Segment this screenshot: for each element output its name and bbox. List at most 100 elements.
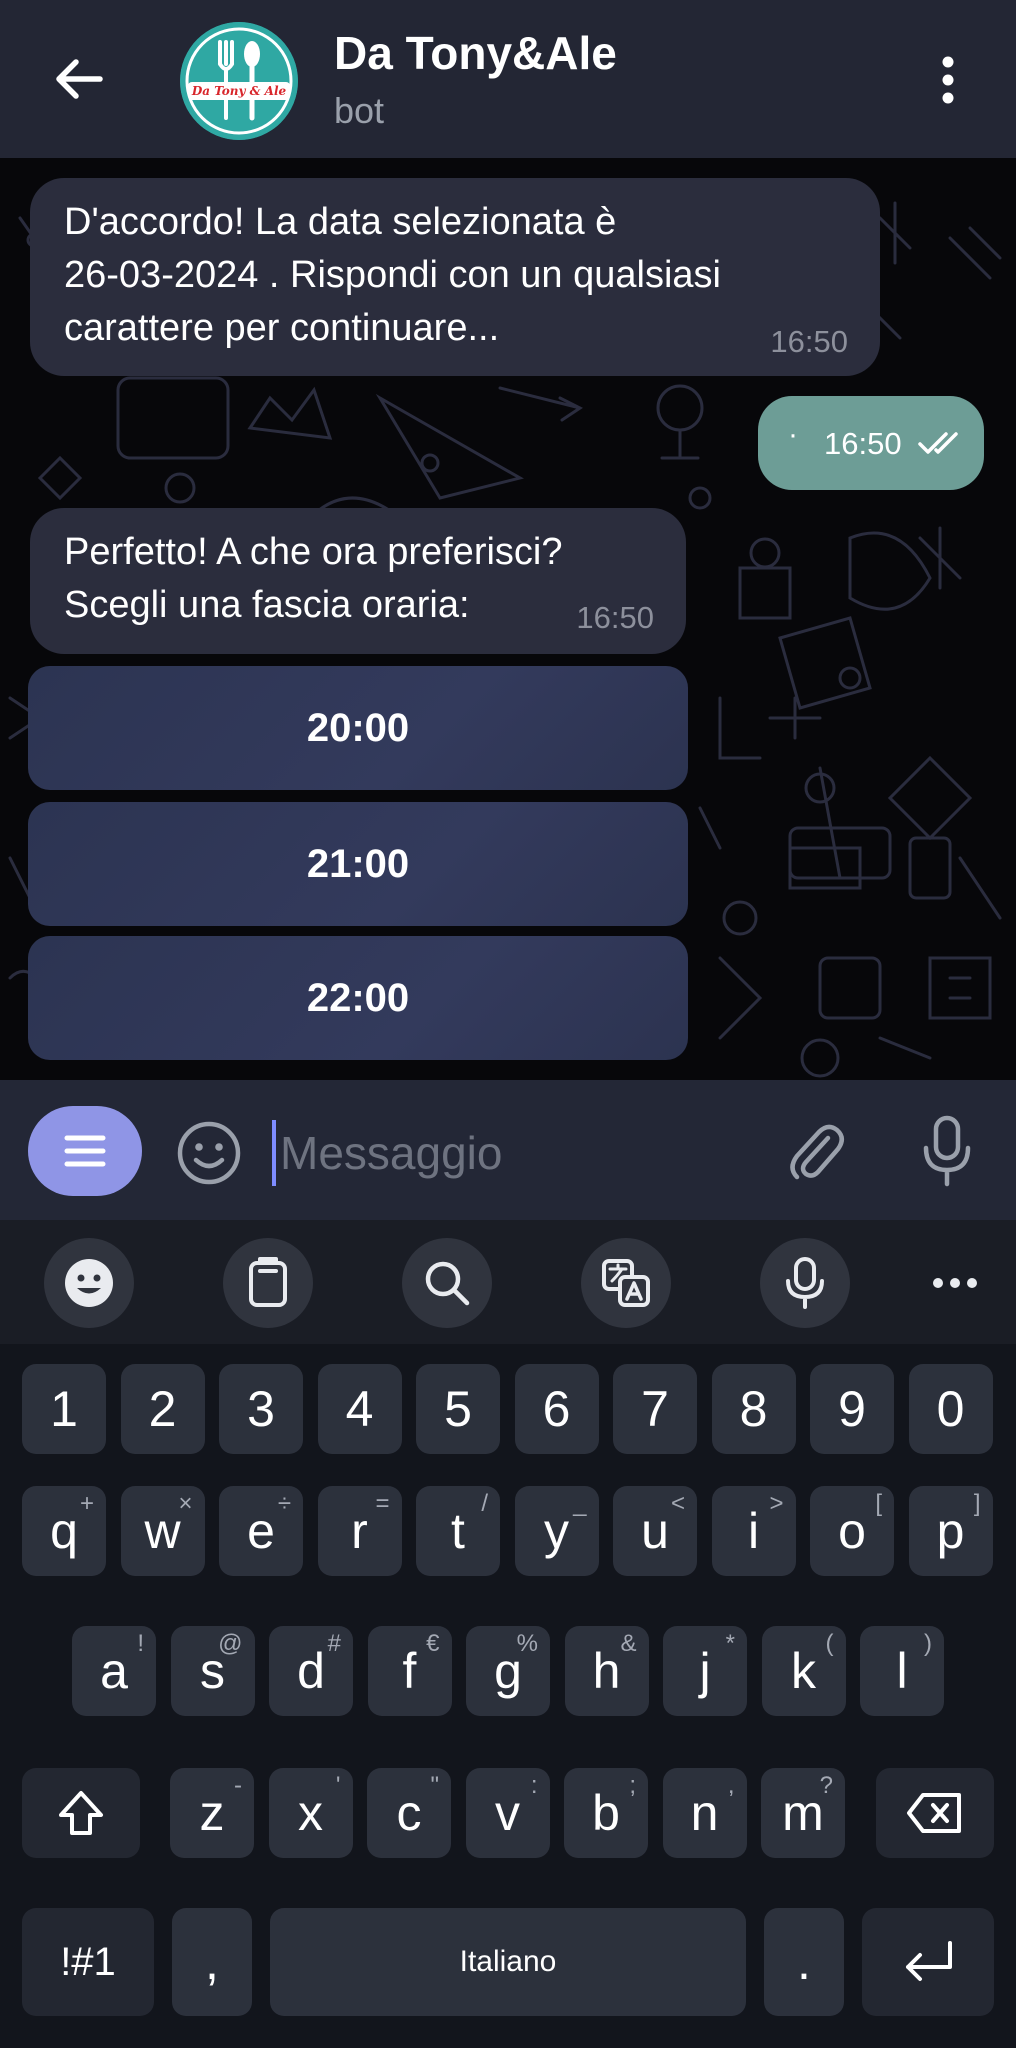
bot-menu-button[interactable]: [28, 1106, 142, 1196]
key-1[interactable]: 1: [22, 1364, 106, 1454]
svg-text:Da Tony & Ale: Da Tony & Ale: [191, 84, 287, 98]
keyboard-search-button[interactable]: [402, 1238, 492, 1328]
key-g[interactable]: g%: [466, 1626, 550, 1716]
key-6[interactable]: 6: [514, 1364, 599, 1454]
key-x[interactable]: x ': [268, 1768, 353, 1858]
key-l[interactable]: l): [860, 1626, 944, 1716]
emoji-button[interactable]: [174, 1118, 244, 1188]
key-4-label: 4: [345, 1381, 374, 1437]
key-r[interactable]: r =: [317, 1486, 402, 1576]
key-b[interactable]: b;: [564, 1768, 648, 1858]
period-key[interactable]: .: [764, 1908, 844, 2016]
key-4[interactable]: 4: [317, 1364, 402, 1454]
paperclip-icon: [790, 1124, 844, 1180]
voice-message-button[interactable]: [912, 1114, 982, 1188]
key-o-label: o: [838, 1503, 866, 1559]
message-composer: [0, 1080, 1016, 1220]
keyboard-translate-button[interactable]: [581, 1238, 671, 1328]
smiley-icon: [177, 1121, 241, 1185]
attach-button[interactable]: [780, 1116, 850, 1186]
message-time: 16:50: [824, 426, 902, 461]
key-n[interactable]: n,: [662, 1768, 747, 1858]
key-v-label: v: [495, 1785, 520, 1841]
shift-key[interactable]: [22, 1768, 140, 1858]
outgoing-message[interactable]: · 16:50: [758, 396, 984, 490]
incoming-message[interactable]: Perfetto! A che ora preferisci? Scegli u…: [30, 508, 686, 654]
key-y[interactable]: y _: [514, 1486, 599, 1576]
key-f[interactable]: f €: [367, 1626, 452, 1716]
key-c[interactable]: c ": [367, 1768, 451, 1858]
key-z[interactable]: z-: [170, 1768, 254, 1858]
key-7-label: 7: [641, 1381, 669, 1437]
avatar[interactable]: Da Tony & Ale: [180, 22, 298, 140]
key-s[interactable]: s @: [170, 1626, 255, 1716]
symbols-key[interactable]: !#1: [22, 1908, 154, 2016]
key-v[interactable]: v:: [465, 1768, 550, 1858]
key-6-label: 6: [542, 1381, 571, 1437]
key-d[interactable]: d #: [269, 1626, 353, 1716]
chat-subtitle: bot: [334, 90, 385, 131]
key-u[interactable]: u <: [613, 1486, 697, 1576]
key-h[interactable]: h &: [564, 1626, 649, 1716]
shift-icon: [59, 1791, 103, 1835]
key-a[interactable]: a!: [72, 1626, 156, 1716]
comma-key-label: ,: [205, 1934, 219, 1990]
key-5[interactable]: 5: [416, 1364, 500, 1454]
time-slot-button-2100[interactable]: 21:00: [28, 802, 688, 926]
key-h-alt-label: &: [620, 1630, 637, 1657]
incoming-message[interactable]: D'accordo! La data selezionata è 26-03-2…: [30, 178, 880, 376]
key-g-alt-label: %: [516, 1630, 538, 1657]
keyboard-emoji-button[interactable]: [44, 1238, 134, 1328]
key-p[interactable]: p]: [908, 1486, 993, 1576]
clipboard-icon: [249, 1257, 287, 1307]
chat-title[interactable]: Da Tony&Ale: [334, 26, 617, 80]
space-key[interactable]: Italiano: [270, 1908, 746, 2016]
keyboard-voice-button[interactable]: [760, 1238, 850, 1328]
key-w[interactable]: w ×: [120, 1486, 205, 1576]
key-j[interactable]: j *: [663, 1626, 747, 1716]
keyboard-clipboard-button[interactable]: [223, 1238, 313, 1328]
comma-key[interactable]: ,: [172, 1908, 252, 2016]
key-9[interactable]: 9: [810, 1364, 894, 1454]
message-text-line: carattere per continuare...: [64, 307, 500, 349]
microphone-icon: [923, 1115, 971, 1187]
key-e-label: e: [247, 1503, 275, 1559]
key-m[interactable]: m?: [761, 1768, 845, 1858]
more-options-button[interactable]: [928, 52, 968, 108]
key-t[interactable]: t /: [416, 1486, 500, 1576]
key-f-label: f: [402, 1643, 417, 1699]
key-o[interactable]: o[: [810, 1486, 894, 1576]
key-s-alt-label: @: [218, 1630, 243, 1657]
key-d-label: d: [297, 1643, 325, 1699]
key-3[interactable]: 3: [219, 1364, 303, 1454]
keyboard-toolbar: [0, 1220, 1016, 1344]
key-8-label: 8: [739, 1381, 768, 1437]
key-3-label: 3: [247, 1381, 275, 1437]
key-e[interactable]: e ÷: [219, 1486, 303, 1576]
key-k-alt-label: (: [825, 1630, 834, 1657]
back-button[interactable]: [44, 44, 114, 114]
message-input[interactable]: [272, 1120, 752, 1186]
key-0[interactable]: 0: [908, 1364, 993, 1454]
key-k[interactable]: k(: [761, 1626, 846, 1716]
message-text-line: Scegli una fascia oraria:: [64, 584, 470, 626]
message-list[interactable]: D'accordo! La data selezionata è 26-03-2…: [0, 158, 1016, 1080]
key-a-alt-label: !: [137, 1630, 144, 1657]
key-7[interactable]: 7: [613, 1364, 697, 1454]
space-key-label: Italiano: [459, 1945, 557, 1978]
time-slot-button-2000[interactable]: 20:00: [28, 666, 688, 790]
key-2[interactable]: 2: [120, 1364, 205, 1454]
keyboard-more-button[interactable]: [910, 1238, 1000, 1328]
key-1-label: 1: [50, 1381, 78, 1437]
read-double-check-icon: [918, 432, 958, 454]
key-r-alt-label: =: [375, 1490, 390, 1517]
message-text-line: 26-03-2024 . Rispondi con un qualsiasi: [64, 254, 721, 296]
key-i[interactable]: i >: [711, 1486, 796, 1576]
key-q[interactable]: q +: [22, 1486, 106, 1576]
message-text-line: D'accordo! La data selezionata è: [64, 201, 617, 243]
enter-key[interactable]: [862, 1908, 994, 2016]
key-8[interactable]: 8: [711, 1364, 796, 1454]
key-a-label: a: [100, 1643, 128, 1699]
backspace-key[interactable]: [876, 1768, 994, 1858]
time-slot-button-2200[interactable]: 22:00: [28, 936, 688, 1060]
